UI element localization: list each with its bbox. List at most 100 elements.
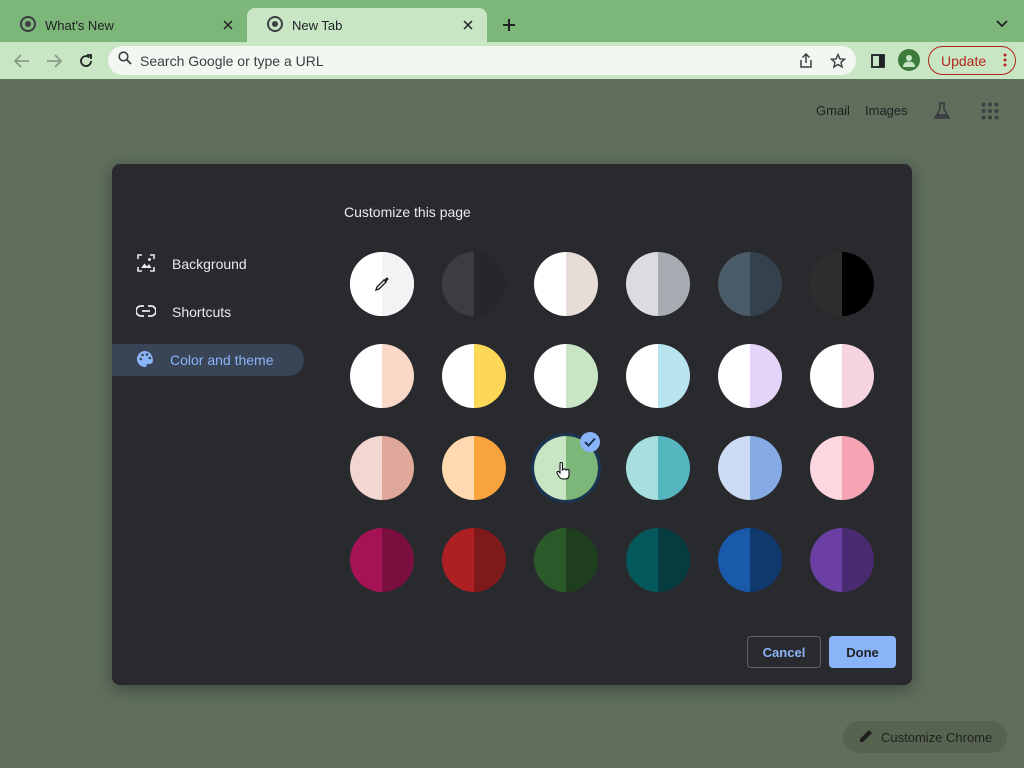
sidebar-item-label: Shortcuts [172,304,232,320]
color-swatch[interactable] [626,252,690,316]
color-swatch[interactable] [442,252,506,316]
swatch-half [474,252,506,316]
images-link[interactable]: Images [865,103,908,118]
tab-strip: What's New New Tab [0,0,1024,42]
color-swatch[interactable] [534,528,598,592]
pencil-icon [859,729,873,746]
close-icon[interactable] [459,16,477,34]
customize-chrome-button[interactable]: Customize Chrome [843,721,1007,753]
swatch-half [534,528,566,592]
swatch-half [810,344,842,408]
swatch-half [718,252,750,316]
apps-icon[interactable] [978,99,1002,123]
swatch-half [626,344,658,408]
update-label: Update [941,52,987,69]
tab-title: New Tab [292,17,343,33]
custom-color-swatch[interactable] [350,252,414,316]
eyedropper-icon [374,276,390,292]
link-icon [135,304,157,320]
sidebar-item-label: Background [172,256,247,272]
gmail-link[interactable]: Gmail [816,103,850,118]
swatch-half [350,344,382,408]
color-swatch[interactable] [534,344,598,408]
chevron-down-icon[interactable] [992,14,1012,34]
color-swatch[interactable] [810,528,874,592]
swatch-half [626,252,658,316]
labs-icon[interactable] [930,99,954,123]
swatch-half [350,436,382,500]
swatch-half [534,344,566,408]
omnibox-input[interactable] [140,52,740,69]
close-icon[interactable] [219,16,237,34]
sidebar-item-background[interactable]: Background [112,248,304,280]
swatch-half [750,344,782,408]
tab-whats-new[interactable]: What's New [0,8,247,42]
color-swatch[interactable] [534,252,598,316]
swatch-half [718,528,750,592]
tab-new-tab[interactable]: New Tab [247,8,487,42]
swatch-half [750,252,782,316]
plus-icon[interactable] [498,14,520,36]
color-swatch[interactable] [718,528,782,592]
reload-icon[interactable] [73,48,99,74]
avatar[interactable] [898,49,920,71]
toolbar: Update [0,42,1024,79]
color-swatch[interactable] [442,344,506,408]
sidebar-item-color-and-theme[interactable]: Color and theme [112,344,304,376]
omnibox[interactable] [108,46,856,75]
color-swatch[interactable] [810,436,874,500]
swatch-half [566,252,598,316]
color-swatch[interactable] [350,528,414,592]
color-swatch[interactable] [350,344,414,408]
color-swatch[interactable] [442,528,506,592]
forward-icon[interactable] [41,48,67,74]
swatch-half [442,528,474,592]
update-button[interactable]: Update [928,46,1016,75]
swatch-half [442,344,474,408]
sidebar-item-label: Color and theme [170,352,274,368]
color-swatch[interactable] [626,344,690,408]
more-vert-icon [1003,53,1007,70]
swatch-half [442,252,474,316]
share-icon[interactable] [796,51,816,71]
swatch-half [534,252,566,316]
color-swatch[interactable] [810,344,874,408]
swatch-half [382,344,414,408]
color-swatch[interactable] [442,436,506,500]
color-swatch[interactable] [626,528,690,592]
check-icon [580,432,600,452]
customize-dialog: Background Shortcuts Color and theme Cus… [112,164,912,685]
swatch-half [842,528,874,592]
swatch-half [382,436,414,500]
chrome-icon [20,15,36,35]
dialog-title: Customize this page [344,204,471,220]
swatch-half [442,436,474,500]
swatch-half [566,344,598,408]
color-swatch[interactable] [718,252,782,316]
back-icon[interactable] [9,48,35,74]
swatch-half [750,436,782,500]
swatch-half [810,528,842,592]
swatch-half [718,344,750,408]
hand-cursor-icon [556,461,570,485]
color-swatch[interactable] [718,344,782,408]
tab-title: What's New [45,17,114,33]
swatch-half [842,252,874,316]
sidebar-item-shortcuts[interactable]: Shortcuts [112,296,304,328]
swatch-half [842,344,874,408]
color-swatch[interactable] [718,436,782,500]
search-icon [118,51,132,70]
side-panel-icon[interactable] [865,48,891,74]
color-swatch[interactable] [350,436,414,500]
swatch-half [626,528,658,592]
swatch-half [810,436,842,500]
star-icon[interactable] [828,51,848,71]
done-button[interactable]: Done [829,636,896,668]
swatch-half [658,252,690,316]
swatch-half [810,252,842,316]
swatch-half [474,436,506,500]
color-swatch[interactable] [810,252,874,316]
cancel-button[interactable]: Cancel [747,636,821,668]
color-swatch[interactable] [626,436,690,500]
swatch-half [474,344,506,408]
